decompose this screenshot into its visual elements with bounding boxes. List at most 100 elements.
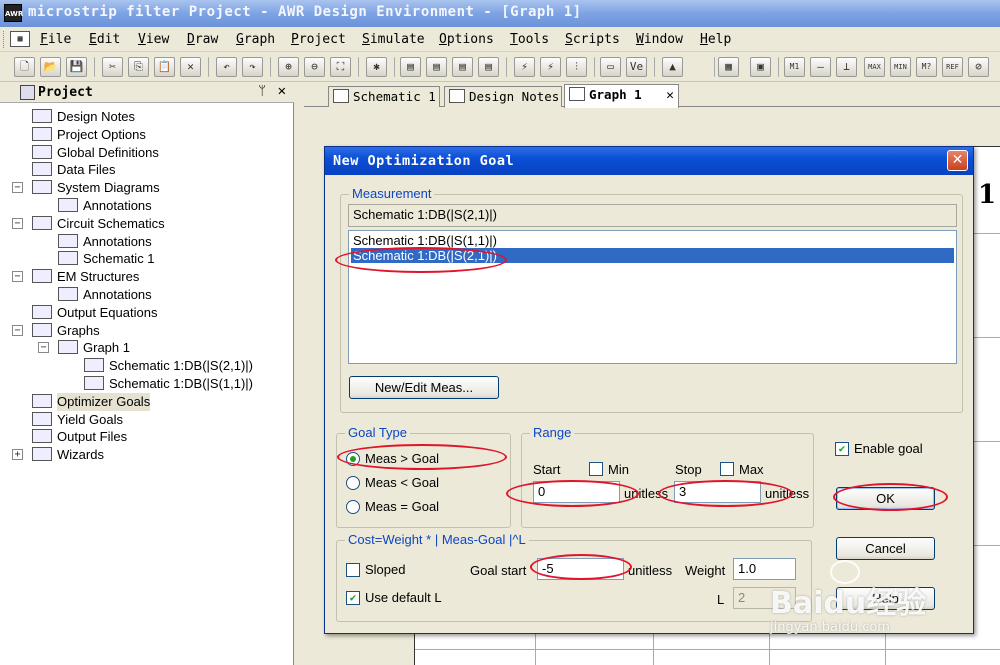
tune-icon[interactable]: ⚡ (540, 57, 561, 77)
min-label[interactable]: Min (608, 462, 629, 477)
menu-view[interactable]: View (138, 32, 169, 47)
settings-icon[interactable]: ▦ (718, 57, 739, 77)
paste-icon[interactable]: 📋 (154, 57, 175, 77)
new-edit-meas-button[interactable]: New/Edit Meas... (349, 376, 499, 399)
menu-window[interactable]: Window (636, 32, 683, 47)
save-icon[interactable]: 💾 (66, 57, 87, 77)
tree-item[interactable]: Data Files (32, 161, 116, 179)
simulate-icon[interactable]: ⚡ (514, 57, 535, 77)
properties-icon[interactable]: ▤ (426, 57, 447, 77)
tree-item[interactable]: Graphs (32, 322, 100, 340)
tree-item[interactable]: System Diagrams (32, 179, 160, 197)
menu-tools[interactable]: Tools (510, 32, 549, 47)
collapse-icon[interactable]: − (12, 324, 23, 336)
collapse-icon[interactable]: − (38, 342, 49, 354)
dialog-close-button[interactable]: ✕ (947, 150, 968, 171)
tab-schematic-1[interactable]: Schematic 1 (328, 86, 440, 107)
redo-icon[interactable]: ↷ (242, 57, 263, 77)
dialog-titlebar[interactable]: New Optimization Goal ✕ (325, 147, 973, 175)
zoom-fit-icon[interactable]: ⛶ (330, 57, 351, 77)
graph-props-icon[interactable]: ▤ (452, 57, 473, 77)
menu-simulate[interactable]: Simulate (362, 32, 425, 47)
marker-ref-icon[interactable]: REF (942, 57, 963, 77)
var-icon[interactable]: Ve (626, 57, 647, 77)
meas-eq-goal-radio[interactable] (346, 500, 360, 514)
markers-icon[interactable]: ▤ (478, 57, 499, 77)
tree-item[interactable]: Annotations (58, 233, 152, 251)
open-icon[interactable]: 📂 (40, 57, 61, 77)
optimize-icon[interactable]: ▭ (600, 57, 621, 77)
marker-max-icon[interactable]: MAX (864, 57, 885, 77)
undo-icon[interactable]: ↶ (216, 57, 237, 77)
menu-scripts[interactable]: Scripts (565, 32, 620, 47)
meas-eq-goal-label[interactable]: Meas = Goal (365, 499, 439, 514)
tree-item[interactable]: Annotations (58, 197, 152, 215)
meas-lt-goal-label[interactable]: Meas < Goal (365, 475, 439, 490)
enable-goal-label[interactable]: Enable goal (854, 441, 923, 456)
use-default-l-label[interactable]: Use default L (365, 590, 442, 605)
tree-item[interactable]: Schematic 1 (58, 250, 155, 268)
tab-design-notes[interactable]: Design Notes (444, 86, 562, 107)
new-icon[interactable]: 🗋 (14, 57, 35, 77)
tree-item[interactable]: Project Options (32, 126, 146, 144)
close-icon[interactable]: ✕ (278, 83, 286, 99)
tree-item[interactable]: Wizards (32, 446, 104, 464)
close-tab-icon[interactable]: ✕ (666, 86, 674, 105)
menu-options[interactable]: Options (439, 32, 494, 47)
collapse-icon[interactable]: − (12, 217, 23, 229)
cancel-button[interactable]: Cancel (836, 537, 935, 560)
menu-project[interactable]: Project (291, 32, 346, 47)
marker-search-icon[interactable]: M? (916, 57, 937, 77)
tab-graph-1[interactable]: Graph 1 ✕ (564, 84, 679, 108)
expand-icon[interactable]: + (12, 449, 23, 461)
marker-line-icon[interactable]: — (810, 57, 831, 77)
tree-item[interactable]: Global Definitions (32, 144, 159, 162)
tree-item[interactable]: Output Files (32, 428, 127, 446)
menu-edit[interactable]: Edit (89, 32, 120, 47)
zoom-out-icon[interactable]: ⊖ (304, 57, 325, 77)
max-checkbox[interactable] (720, 462, 734, 476)
menu-help[interactable]: Help (700, 32, 731, 47)
tree-item[interactable]: Optimizer Goals (32, 392, 151, 411)
max-label[interactable]: Max (739, 462, 764, 477)
tree-item[interactable]: Schematic 1:DB(|S(2,1)|) (84, 357, 253, 375)
copy-icon[interactable]: ⎘ (128, 57, 149, 77)
collapse-icon[interactable]: − (12, 182, 23, 194)
tune-tool-icon[interactable]: ⫶ (566, 57, 587, 77)
tree-item[interactable]: EM Structures (32, 268, 139, 286)
marker-min-icon[interactable]: MIN (890, 57, 911, 77)
tree-item[interactable]: Output Equations (32, 304, 157, 322)
marker-off-icon[interactable]: ⊘ (968, 57, 989, 77)
add-meas-icon[interactable]: ▤ (400, 57, 421, 77)
menu-graph[interactable]: Graph (236, 32, 275, 47)
use-default-l-checkbox[interactable]: ✔ (346, 591, 360, 605)
new-graph-icon[interactable]: ✱ (366, 57, 387, 77)
window-titlebar[interactable]: AWR microstrip filter Project - AWR Desi… (0, 0, 1000, 27)
delete-icon[interactable]: ✕ (180, 57, 201, 77)
collapse-icon[interactable]: − (12, 271, 23, 283)
tree-item[interactable]: Annotations (58, 286, 152, 304)
menu-draw[interactable]: Draw (187, 32, 218, 47)
cut-icon[interactable]: ✂ (102, 57, 123, 77)
tree-item[interactable]: Graph 1 (58, 339, 130, 357)
pin-icon[interactable]: ᛘ (258, 84, 266, 99)
tree-item[interactable]: Yield Goals (32, 411, 123, 429)
panel-splitter[interactable] (294, 83, 304, 665)
menubar-grip-icon[interactable] (3, 31, 6, 48)
add-marker-icon[interactable]: ▣ (750, 57, 771, 77)
sloped-label[interactable]: Sloped (365, 562, 405, 577)
tree-item[interactable]: Design Notes (32, 108, 135, 126)
zoom-in-icon[interactable]: ⊕ (278, 57, 299, 77)
marker-down-icon[interactable]: ⊥ (836, 57, 857, 77)
list-item[interactable]: Schematic 1:DB(|S(1,1)|) (351, 233, 954, 248)
tree-item[interactable]: Schematic 1:DB(|S(1,1)|) (84, 375, 253, 393)
enable-goal-checkbox[interactable]: ✔ (835, 442, 849, 456)
marker-m1-icon[interactable]: M1 (784, 57, 805, 77)
sloped-checkbox[interactable] (346, 563, 360, 577)
menu-file[interactable]: File (40, 32, 71, 47)
tree-item[interactable]: Circuit Schematics (32, 215, 165, 233)
document-menu-icon[interactable]: ▦ (10, 31, 30, 47)
yield-icon[interactable]: ▲ (662, 57, 683, 77)
min-checkbox[interactable] (589, 462, 603, 476)
meas-lt-goal-radio[interactable] (346, 476, 360, 490)
